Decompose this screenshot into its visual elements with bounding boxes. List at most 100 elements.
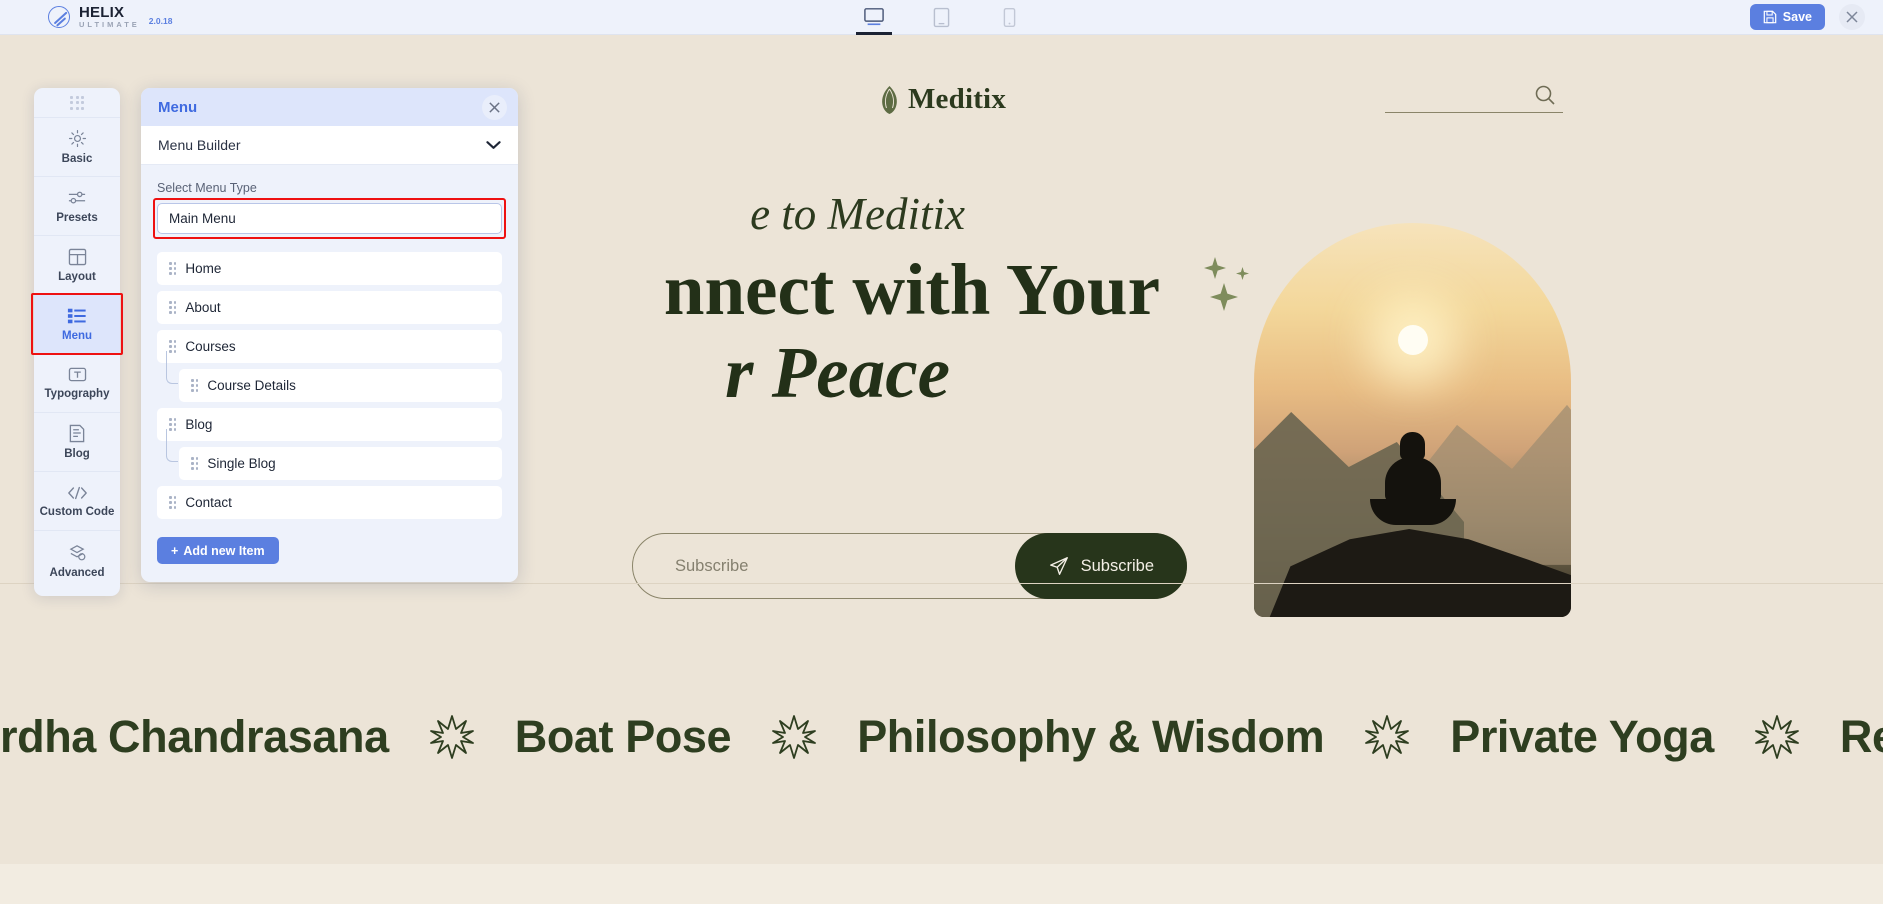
starburst-icon [1364, 714, 1410, 760]
menu-type-select-wrapper: Main Menu [157, 203, 502, 234]
sidebar-item-custom-code[interactable]: Custom Code [34, 472, 120, 531]
sliders-icon [67, 189, 87, 207]
version-label: 2.0.18 [149, 16, 173, 26]
meditating-person-silhouette [1370, 432, 1456, 525]
menu-item-label: Single Blog [207, 456, 275, 471]
sidebar-item-label: Custom Code [40, 506, 115, 518]
menu-item-row[interactable]: Blog [157, 408, 502, 441]
hero-image [1254, 223, 1571, 617]
sidebar-item-presets[interactable]: Presets [34, 177, 120, 236]
leaf-icon [877, 85, 901, 115]
marquee-item: Re [1840, 711, 1883, 763]
sidebar-item-label: Basic [62, 153, 93, 165]
menu-type-label: Select Menu Type [157, 181, 502, 195]
menu-item-label: Contact [185, 495, 232, 510]
tablet-view-button[interactable] [921, 0, 963, 35]
chevron-down-icon [478, 215, 490, 223]
menu-panel: Menu Menu Builder Select Menu Type Main … [141, 88, 518, 582]
sidebar-item-label: Presets [56, 212, 98, 224]
app-root: Meditix e to Meditix nnect with Your r P… [0, 0, 1883, 904]
preview-footer-strip [0, 864, 1883, 904]
tablet-icon [933, 7, 950, 28]
menu-item-label: Home [185, 261, 221, 276]
marquee-item: Private Yoga [1450, 711, 1714, 763]
save-button[interactable]: Save [1750, 4, 1825, 30]
code-brackets-icon [67, 485, 88, 501]
close-icon [488, 101, 501, 114]
desktop-icon [863, 7, 885, 27]
sidebar-item-blog[interactable]: Blog [34, 413, 120, 472]
drag-handle-icon[interactable] [191, 457, 198, 469]
accordion-label: Menu Builder [158, 137, 241, 153]
add-new-item-label: Add new Item [183, 544, 264, 558]
helix-brand: HELIX ULTIMATE 2.0.18 [0, 5, 172, 29]
drag-handle-icon[interactable] [169, 262, 176, 274]
panel-title: Menu [158, 99, 197, 116]
menu-item-row-child[interactable]: Course Details [179, 369, 502, 402]
menu-type-selected-value: Main Menu [169, 211, 236, 226]
drag-dots-icon [70, 96, 84, 110]
subscribe-form: Subscribe [632, 533, 1187, 599]
menu-item-label: Course Details [207, 378, 296, 393]
menu-panel-header: Menu [141, 88, 518, 126]
site-search[interactable] [1385, 79, 1563, 113]
menu-item-label: Courses [185, 339, 235, 354]
menu-item-row-child[interactable]: Single Blog [179, 447, 502, 480]
close-icon [1845, 10, 1859, 24]
save-disk-icon [1763, 10, 1777, 24]
save-button-label: Save [1783, 10, 1812, 24]
menu-item-row[interactable]: About [157, 291, 502, 324]
drag-handle-icon[interactable] [169, 496, 176, 508]
article-edit-icon [68, 424, 86, 443]
close-editor-button[interactable] [1839, 4, 1865, 30]
marquee-item: Boat Pose [515, 711, 731, 763]
paper-plane-icon [1048, 555, 1070, 577]
panel-close-button[interactable] [482, 95, 507, 120]
mobile-icon [1003, 7, 1016, 28]
search-icon[interactable] [1533, 83, 1557, 107]
mobile-view-button[interactable] [989, 0, 1031, 35]
chevron-down-icon [486, 140, 501, 150]
editor-sidebar: Basic Presets Layout [34, 88, 120, 596]
device-switcher [853, 0, 1031, 35]
sun-glow [1398, 325, 1428, 355]
menu-item-label: About [185, 300, 220, 315]
menu-items-list: Home About Courses Course Details Blog [157, 252, 502, 519]
starburst-icon [1754, 714, 1800, 760]
layers-gear-icon [68, 543, 87, 562]
sidebar-item-label: Typography [45, 388, 110, 400]
subscribe-button[interactable]: Subscribe [1015, 533, 1187, 599]
add-new-item-button[interactable]: + Add new Item [157, 537, 279, 564]
desktop-view-button[interactable] [853, 0, 895, 35]
helix-logo-icon [48, 6, 70, 28]
sidebar-item-basic[interactable]: Basic [34, 118, 120, 177]
menu-item-row[interactable]: Home [157, 252, 502, 285]
sidebar-item-advanced[interactable]: Advanced [34, 531, 120, 590]
brand-subtitle: ULTIMATE [79, 21, 140, 29]
section-divider [0, 583, 1883, 584]
menu-item-label: Blog [185, 417, 212, 432]
site-logo-text: Meditix [908, 83, 1006, 116]
editor-toolbar: HELIX ULTIMATE 2.0.18 [0, 0, 1883, 35]
sidebar-item-label: Menu [62, 330, 92, 342]
starburst-icon [429, 714, 475, 760]
menu-item-row[interactable]: Contact [157, 486, 502, 519]
menu-list-icon [67, 307, 87, 325]
sidebar-item-label: Layout [58, 271, 96, 283]
plus-icon: + [171, 544, 178, 558]
menu-type-select[interactable]: Main Menu [157, 203, 502, 234]
marquee-item: Philosophy & Wisdom [857, 711, 1324, 763]
menu-item-row[interactable]: Courses [157, 330, 502, 363]
site-logo[interactable]: Meditix [877, 83, 1006, 116]
sidebar-item-layout[interactable]: Layout [34, 236, 120, 295]
drag-handle-icon[interactable] [191, 379, 198, 391]
sidebar-drag-handle[interactable] [34, 88, 120, 118]
sidebar-item-menu[interactable]: Menu [34, 295, 120, 354]
marquee-item: rdha Chandrasana [0, 711, 389, 763]
drag-handle-icon[interactable] [169, 301, 176, 313]
gear-icon [68, 129, 87, 148]
menu-builder-accordion[interactable]: Menu Builder [141, 126, 518, 165]
sidebar-item-typography[interactable]: Typography [34, 354, 120, 413]
menu-panel-body: Select Menu Type Main Menu Home About [141, 165, 518, 582]
sidebar-item-label: Blog [64, 448, 90, 460]
